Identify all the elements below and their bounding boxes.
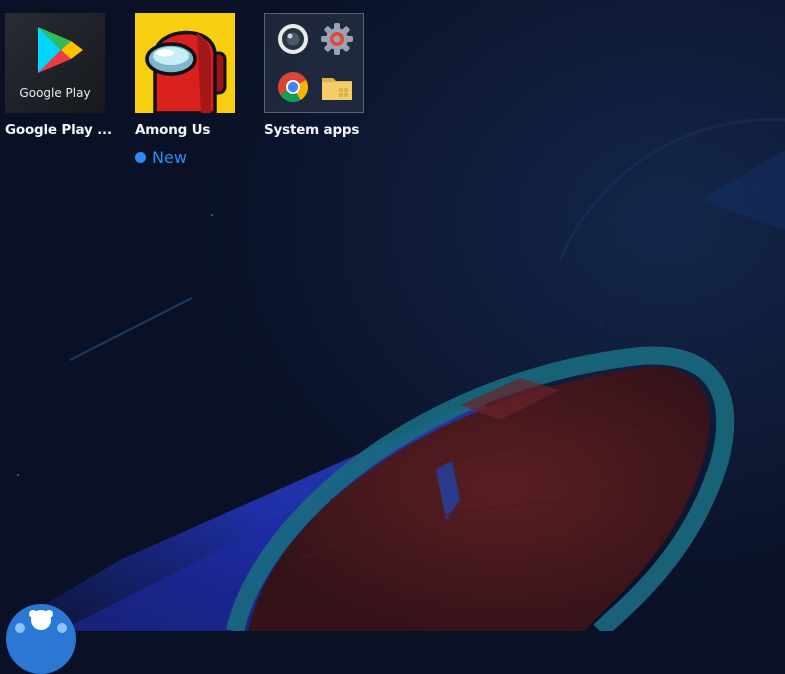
new-dot-icon [135,152,146,163]
system-apps-folder-tile[interactable] [264,13,364,113]
settings-gear-icon [321,23,353,55]
among-us-icon [145,30,227,113]
app-label-system-apps[interactable]: System apps [264,122,374,138]
google-play-tile[interactable]: Google Play [5,13,105,113]
file-manager-icon [322,78,352,100]
app-system-apps-folder[interactable]: System apps [264,13,374,138]
app-label-google-play[interactable]: Google Play ... [5,122,115,138]
app-among-us[interactable]: Among Us New [135,13,245,167]
assistant-avatar-button[interactable] [6,604,76,674]
assistant-avatar-icon [15,610,67,633]
among-us-tile[interactable] [135,13,235,113]
app-google-play[interactable]: Google Play Google Play ... [5,13,115,138]
new-badge: New [135,148,245,167]
new-badge-label: New [152,148,187,167]
camera-icon [278,24,308,54]
google-play-wordmark: Google Play [19,86,91,100]
chrome-icon [278,72,308,103]
desktop-wallpaper [0,0,785,631]
app-label-among-us[interactable]: Among Us [135,122,245,138]
